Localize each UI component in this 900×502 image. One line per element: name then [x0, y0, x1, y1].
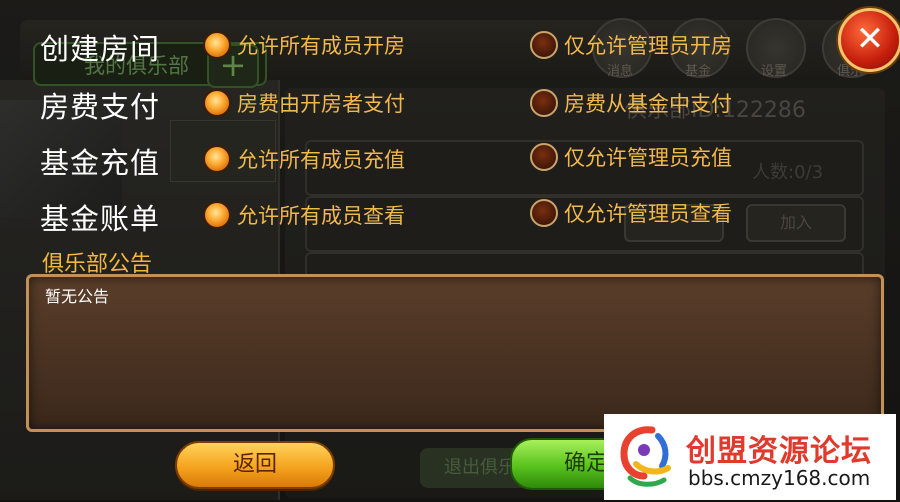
forum-logo-icon [620, 426, 671, 487]
option-label: 仅允许管理员开房 [564, 34, 732, 58]
option-label: 允许所有成员开房 [237, 34, 405, 58]
watermark-url: bbs.cmzy168.com [688, 466, 871, 490]
setting-fund-recharge: 基金充值 允许所有成员充值 仅允许管理员充值 [0, 140, 900, 180]
option-admin-only-open-room[interactable]: 仅允许管理员开房 [530, 30, 732, 60]
back-button[interactable]: 返回 [175, 441, 335, 489]
radio-unselected-icon [530, 199, 558, 227]
setting-title: 基金充值 [40, 146, 161, 180]
setting-room-fee: 房费支付 房费由开房者支付 房费从基金中支付 [0, 84, 900, 124]
setting-title: 创建房间 [40, 32, 161, 66]
watermark: 创盟资源论坛 bbs.cmzy168.com [604, 414, 896, 500]
radio-unselected-icon [530, 31, 558, 59]
radio-unselected-icon [530, 143, 558, 171]
club-notice-textarea[interactable]: 暂无公告 [26, 274, 884, 432]
option-label: 允许所有成员充值 [237, 148, 405, 172]
radio-selected-icon [203, 145, 231, 173]
option-label: 房费从基金中支付 [564, 92, 732, 116]
radio-unselected-icon [530, 89, 558, 117]
radio-selected-icon [203, 31, 231, 59]
option-label: 房费由开房者支付 [237, 92, 405, 116]
club-notice-text: 暂无公告 [45, 287, 110, 306]
option-fee-by-creator[interactable]: 房费由开房者支付 [203, 88, 405, 118]
option-all-members-view[interactable]: 允许所有成员查看 [203, 200, 405, 230]
option-fee-from-fund[interactable]: 房费从基金中支付 [530, 88, 732, 118]
option-admin-only-view[interactable]: 仅允许管理员查看 [530, 198, 732, 228]
setting-title: 基金账单 [40, 202, 161, 236]
option-admin-only-recharge[interactable]: 仅允许管理员充值 [530, 142, 732, 172]
setting-title: 房费支付 [40, 90, 161, 124]
radio-selected-icon [203, 201, 231, 229]
watermark-title: 创盟资源论坛 [686, 434, 872, 469]
option-label: 仅允许管理员查看 [564, 202, 732, 226]
game-screen: 我的俱乐部 + 俱乐部ID:122286 人数:0/3 消息 基金 设置 俱乐 … [0, 0, 900, 502]
option-label: 允许所有成员查看 [237, 204, 405, 228]
option-all-members-recharge[interactable]: 允许所有成员充值 [203, 144, 405, 174]
setting-fund-bill: 基金账单 允许所有成员查看 仅允许管理员查看 [0, 196, 900, 236]
setting-create-room: 创建房间 允许所有成员开房 仅允许管理员开房 [0, 26, 900, 66]
option-label: 仅允许管理员充值 [564, 146, 732, 170]
option-all-members-open-room[interactable]: 允许所有成员开房 [203, 30, 405, 60]
radio-selected-icon [203, 89, 231, 117]
